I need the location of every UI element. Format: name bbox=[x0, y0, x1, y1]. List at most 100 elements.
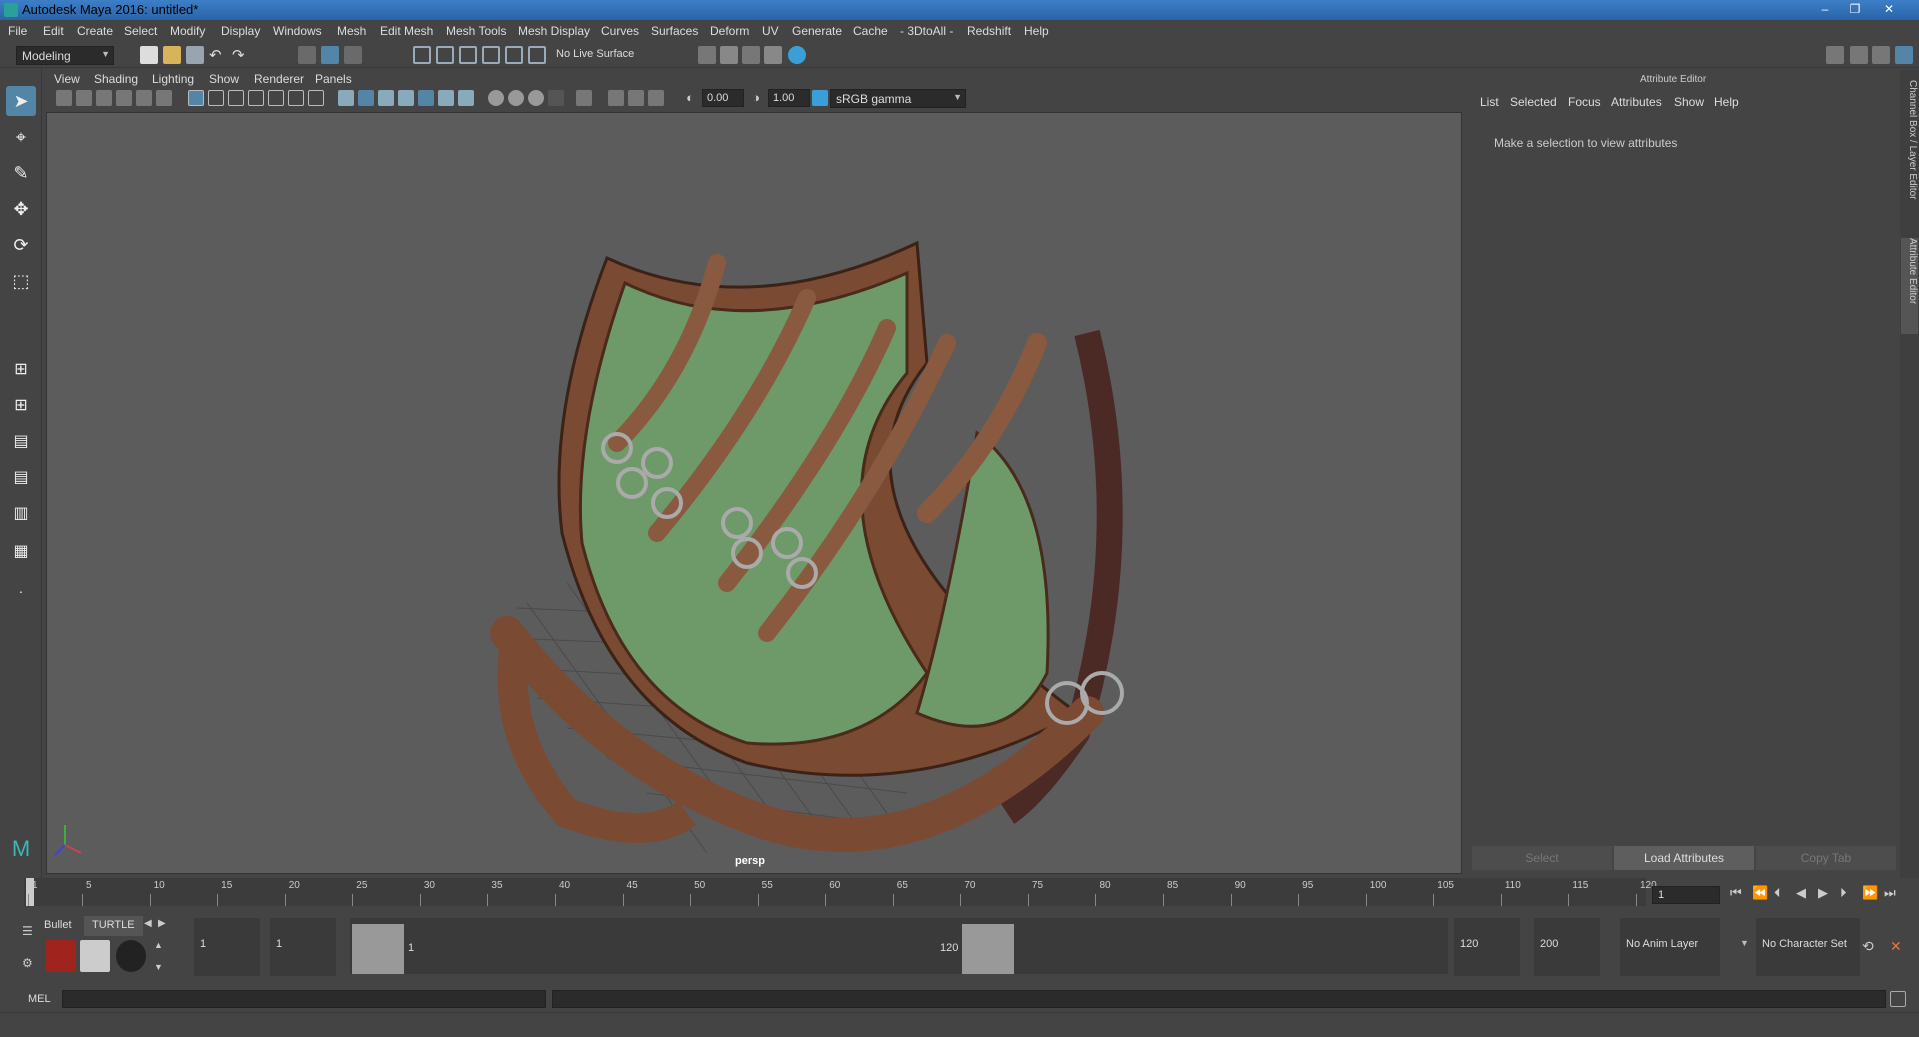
camera-select-icon[interactable] bbox=[56, 90, 72, 106]
go-to-start-icon[interactable]: ⏮ bbox=[1730, 885, 1742, 901]
menu-edit-mesh[interactable]: Edit Mesh bbox=[380, 24, 433, 38]
shadows-icon[interactable] bbox=[458, 90, 474, 106]
select-tool-icon[interactable]: ➤ bbox=[6, 86, 36, 116]
xray-joints-icon[interactable] bbox=[628, 90, 644, 106]
menu-mesh-display[interactable]: Mesh Display bbox=[518, 24, 590, 38]
menu-modify[interactable]: Modify bbox=[170, 24, 205, 38]
wireframe-on-shaded-icon[interactable] bbox=[398, 90, 414, 106]
2d-pan-zoom-icon[interactable] bbox=[136, 90, 152, 106]
snap-view-icon[interactable] bbox=[482, 46, 500, 64]
workspace-icon[interactable] bbox=[1826, 46, 1844, 64]
copy-tab-button[interactable]: Copy Tab bbox=[1756, 846, 1896, 870]
ipr-render-icon[interactable] bbox=[764, 46, 782, 64]
ae-menu-show[interactable]: Show bbox=[1674, 95, 1704, 109]
select-button[interactable]: Select bbox=[1472, 846, 1612, 870]
menu-file[interactable]: File bbox=[8, 24, 27, 38]
ae-menu-attributes[interactable]: Attributes bbox=[1611, 95, 1662, 109]
menu-deform[interactable]: Deform bbox=[710, 24, 749, 38]
rotate-tool-icon[interactable]: ⟳ bbox=[6, 230, 36, 260]
xray-icon[interactable] bbox=[608, 90, 624, 106]
load-attributes-button[interactable]: Load Attributes bbox=[1614, 846, 1754, 870]
default-material-icon[interactable] bbox=[378, 90, 394, 106]
screen-space-ao-icon[interactable] bbox=[488, 90, 504, 106]
play-forward-icon[interactable]: ▶ bbox=[1818, 885, 1828, 901]
step-back-frame-icon[interactable]: ⏴ bbox=[1774, 885, 1781, 901]
shelf-tab-bullet[interactable]: Bullet bbox=[36, 916, 80, 936]
outliner-icon[interactable] bbox=[1850, 46, 1868, 64]
isolate-select-icon[interactable] bbox=[576, 90, 592, 106]
range-start-handle[interactable] bbox=[352, 924, 404, 974]
menu-3dtoall[interactable]: - 3DtoAll - bbox=[900, 24, 953, 38]
range-end-handle[interactable] bbox=[962, 924, 1014, 974]
xray-active-icon[interactable] bbox=[648, 90, 664, 106]
persp-graph-layout-icon[interactable]: ▤ bbox=[6, 462, 36, 492]
menu-generate[interactable]: Generate bbox=[792, 24, 842, 38]
redo-icon[interactable]: ↷ bbox=[232, 46, 250, 64]
persp-outliner-layout-icon[interactable]: ▤ bbox=[6, 426, 36, 456]
panel-layout-icon[interactable] bbox=[1872, 46, 1890, 64]
hypershade-icon[interactable] bbox=[788, 46, 806, 64]
field-chart-icon[interactable] bbox=[268, 90, 284, 106]
vp-menu-show[interactable]: Show bbox=[209, 72, 239, 86]
toolbox-options-icon[interactable]: · bbox=[6, 576, 36, 606]
four-view-layout-icon[interactable]: ⊞ bbox=[6, 390, 36, 420]
vp-menu-lighting[interactable]: Lighting bbox=[152, 72, 194, 86]
vp-menu-panels[interactable]: Panels bbox=[315, 72, 352, 86]
render-current-icon[interactable] bbox=[742, 46, 760, 64]
film-gate-icon[interactable] bbox=[208, 90, 224, 106]
safe-title-icon[interactable] bbox=[308, 90, 324, 106]
chevron-down-icon[interactable]: ▼ bbox=[1740, 938, 1749, 948]
live-surface-label[interactable]: No Live Surface bbox=[556, 48, 634, 60]
color-management-icon[interactable] bbox=[812, 90, 828, 106]
step-forward-frame-icon[interactable]: ⏵ bbox=[1840, 885, 1847, 901]
menu-help[interactable]: Help bbox=[1024, 24, 1049, 38]
snap-curve-icon[interactable] bbox=[436, 46, 454, 64]
ae-menu-selected[interactable]: Selected bbox=[1510, 95, 1557, 109]
turtle-sphere-icon[interactable] bbox=[116, 940, 146, 972]
snap-plane-icon[interactable] bbox=[528, 46, 546, 64]
open-scene-icon[interactable] bbox=[163, 46, 181, 64]
snap-point-icon[interactable] bbox=[459, 46, 477, 64]
snap-surface-icon[interactable] bbox=[505, 46, 523, 64]
custom-layout-icon[interactable]: ▦ bbox=[6, 536, 36, 566]
anim-prefs-icon[interactable]: ✕ bbox=[1890, 938, 1908, 956]
turtle-render-icon[interactable] bbox=[46, 940, 76, 972]
render-view-icon[interactable] bbox=[720, 46, 738, 64]
depth-of-field-icon[interactable] bbox=[548, 90, 564, 106]
perspective-viewport[interactable]: persp bbox=[46, 112, 1462, 874]
menu-mesh[interactable]: Mesh bbox=[337, 24, 366, 38]
maximize-button[interactable]: ❐ bbox=[1842, 1, 1868, 17]
shelf-menu-icon[interactable]: ☰ bbox=[22, 924, 33, 938]
menu-mesh-tools[interactable]: Mesh Tools bbox=[446, 24, 506, 38]
playback-end-field[interactable]: 120 bbox=[1454, 918, 1520, 976]
gamma-field[interactable]: 1.00 bbox=[768, 89, 810, 107]
minimize-button[interactable]: – bbox=[1812, 1, 1838, 17]
shelf-scroll-left-icon[interactable]: ◀ bbox=[144, 918, 152, 929]
grid-toggle-icon[interactable] bbox=[188, 90, 204, 106]
play-backward-icon[interactable]: ◀ bbox=[1796, 885, 1806, 901]
channel-box-toggle-icon[interactable] bbox=[1895, 46, 1913, 64]
menu-display[interactable]: Display bbox=[221, 24, 260, 38]
anim-layer-dropdown[interactable]: No Anim Layer bbox=[1620, 918, 1720, 976]
menu-edit[interactable]: Edit bbox=[43, 24, 64, 38]
shelf-settings-icon[interactable]: ⚙ bbox=[22, 956, 33, 970]
vp-menu-renderer[interactable]: Renderer bbox=[254, 72, 304, 86]
snap-grid-icon[interactable] bbox=[413, 46, 431, 64]
paint-select-tool-icon[interactable]: ✎ bbox=[6, 158, 36, 188]
character-set-dropdown[interactable]: No Character Set bbox=[1756, 918, 1860, 976]
gate-mask-icon[interactable] bbox=[248, 90, 264, 106]
command-input[interactable] bbox=[62, 990, 546, 1008]
select-component-icon[interactable] bbox=[344, 46, 362, 64]
close-button[interactable]: ✕ bbox=[1876, 1, 1902, 17]
use-all-lights-icon[interactable] bbox=[438, 90, 454, 106]
gamma-icon[interactable]: ◑ bbox=[748, 90, 764, 106]
current-frame-field[interactable]: 1 bbox=[1652, 886, 1720, 904]
menu-curves[interactable]: Curves bbox=[601, 24, 639, 38]
shelf-scroll-right-icon[interactable]: ▶ bbox=[158, 918, 166, 929]
bookmark-icon[interactable] bbox=[96, 90, 112, 106]
wireframe-icon[interactable] bbox=[338, 90, 354, 106]
render-settings-icon[interactable] bbox=[698, 46, 716, 64]
vp-menu-shading[interactable]: Shading bbox=[94, 72, 138, 86]
save-scene-icon[interactable] bbox=[186, 46, 204, 64]
camera-attributes-icon[interactable] bbox=[76, 90, 92, 106]
